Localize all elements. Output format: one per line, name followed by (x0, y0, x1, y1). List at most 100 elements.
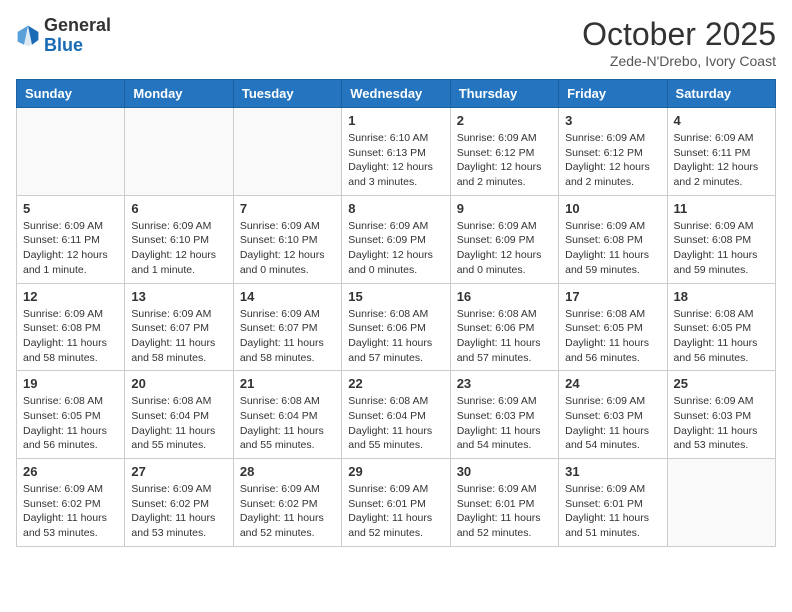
day-info: Sunrise: 6:08 AMSunset: 6:04 PMDaylight:… (240, 394, 335, 453)
location: Zede-N'Drebo, Ivory Coast (582, 53, 776, 69)
day-number: 30 (457, 464, 552, 479)
calendar-cell: 17Sunrise: 6:08 AMSunset: 6:05 PMDayligh… (559, 283, 667, 371)
day-number: 27 (131, 464, 226, 479)
day-number: 25 (674, 376, 769, 391)
day-info: Sunrise: 6:09 AMSunset: 6:09 PMDaylight:… (348, 219, 443, 278)
calendar-cell: 27 Sunrise: 6:09 AMSunset: 6:02 PMDayligh… (125, 459, 233, 547)
day-info: Sunrise: 6:08 AMSunset: 6:06 PMDaylight:… (457, 307, 552, 366)
calendar-cell: 13 Sunrise: 6:09 AMSunset: 6:07 PMDayligh… (125, 283, 233, 371)
day-number: 10 (565, 201, 660, 216)
day-number: 14 (240, 289, 335, 304)
day-info: Sunrise: 6:09 AMSunset: 6:12 PMDaylight:… (565, 131, 660, 190)
calendar-cell: 3 Sunrise: 6:09 AMSunset: 6:12 PMDaylight… (559, 108, 667, 196)
day-info: Sunrise: 6:08 AMSunset: 6:05 PMDaylight:… (565, 307, 660, 366)
calendar-cell (125, 108, 233, 196)
weekday-header: Monday (125, 80, 233, 108)
calendar-table: SundayMondayTuesdayWednesdayThursdayFrid… (16, 79, 776, 547)
day-number: 13 (131, 289, 226, 304)
calendar-cell: 20Sunrise: 6:08 AMSunset: 6:04 PMDayligh… (125, 371, 233, 459)
day-number: 12 (23, 289, 118, 304)
day-info: Sunrise: 6:08 AMSunset: 6:04 PMDaylight:… (348, 394, 443, 453)
weekday-header: Tuesday (233, 80, 341, 108)
day-info: Sunrise: 6:08 AMSunset: 6:06 PMDaylight:… (348, 307, 443, 366)
day-info: Sunrise: 6:09 AMSunset: 6:12 PMDaylight:… (457, 131, 552, 190)
day-number: 21 (240, 376, 335, 391)
calendar-week-row: 12 Sunrise: 6:09 AMSunset: 6:08 PMDayligh… (17, 283, 776, 371)
day-info: Sunrise: 6:09 AMSunset: 6:03 PMDaylight:… (565, 394, 660, 453)
calendar-cell: 29 Sunrise: 6:09 AMSunset: 6:01 PMDayligh… (342, 459, 450, 547)
calendar-week-row: 1 Sunrise: 6:10 AMSunset: 6:13 PMDaylight… (17, 108, 776, 196)
calendar-cell: 14 Sunrise: 6:09 AMSunset: 6:07 PMDayligh… (233, 283, 341, 371)
day-number: 7 (240, 201, 335, 216)
day-info: Sunrise: 6:09 AMSunset: 6:02 PMDaylight:… (131, 482, 226, 541)
calendar-cell (667, 459, 775, 547)
calendar-cell: 21 Sunrise: 6:08 AMSunset: 6:04 PMDayligh… (233, 371, 341, 459)
calendar-cell: 11 Sunrise: 6:09 AMSunset: 6:08 PMDayligh… (667, 195, 775, 283)
day-info: Sunrise: 6:08 AMSunset: 6:05 PMDaylight:… (674, 307, 769, 366)
logo-general: General (44, 15, 111, 35)
day-number: 16 (457, 289, 552, 304)
day-info: Sunrise: 6:09 AMSunset: 6:10 PMDaylight:… (240, 219, 335, 278)
calendar-cell: 10 Sunrise: 6:09 AMSunset: 6:08 PMDayligh… (559, 195, 667, 283)
logo-icon (16, 24, 40, 48)
day-info: Sunrise: 6:09 AMSunset: 6:08 PMDaylight:… (23, 307, 118, 366)
day-info: Sunrise: 6:09 AMSunset: 6:08 PMDaylight:… (674, 219, 769, 278)
day-info: Sunrise: 6:09 AMSunset: 6:10 PMDaylight:… (131, 219, 226, 278)
day-number: 24 (565, 376, 660, 391)
calendar-cell: 19 Sunrise: 6:08 AMSunset: 6:05 PMDayligh… (17, 371, 125, 459)
calendar-cell: 25 Sunrise: 6:09 AMSunset: 6:03 PMDayligh… (667, 371, 775, 459)
logo-blue: Blue (44, 35, 83, 55)
day-info: Sunrise: 6:09 AMSunset: 6:07 PMDaylight:… (131, 307, 226, 366)
weekday-header: Thursday (450, 80, 558, 108)
day-number: 1 (348, 113, 443, 128)
weekday-header: Saturday (667, 80, 775, 108)
day-number: 18 (674, 289, 769, 304)
day-info: Sunrise: 6:09 AMSunset: 6:11 PMDaylight:… (23, 219, 118, 278)
day-info: Sunrise: 6:09 AMSunset: 6:01 PMDaylight:… (457, 482, 552, 541)
day-info: Sunrise: 6:09 AMSunset: 6:03 PMDaylight:… (457, 394, 552, 453)
day-info: Sunrise: 6:09 AMSunset: 6:01 PMDaylight:… (348, 482, 443, 541)
calendar-cell: 16 Sunrise: 6:08 AMSunset: 6:06 PMDayligh… (450, 283, 558, 371)
calendar-cell: 24 Sunrise: 6:09 AMSunset: 6:03 PMDayligh… (559, 371, 667, 459)
title-area: October 2025 Zede-N'Drebo, Ivory Coast (582, 16, 776, 69)
calendar-cell: 26Sunrise: 6:09 AMSunset: 6:02 PMDayligh… (17, 459, 125, 547)
calendar-cell: 23 Sunrise: 6:09 AMSunset: 6:03 PMDayligh… (450, 371, 558, 459)
calendar-cell: 28 Sunrise: 6:09 AMSunset: 6:02 PMDayligh… (233, 459, 341, 547)
calendar-cell: 2 Sunrise: 6:09 AMSunset: 6:12 PMDaylight… (450, 108, 558, 196)
calendar-week-row: 19 Sunrise: 6:08 AMSunset: 6:05 PMDayligh… (17, 371, 776, 459)
day-info: Sunrise: 6:09 AMSunset: 6:02 PMDaylight:… (23, 482, 118, 541)
day-info: Sunrise: 6:09 AMSunset: 6:03 PMDaylight:… (674, 394, 769, 453)
day-number: 9 (457, 201, 552, 216)
weekday-header-row: SundayMondayTuesdayWednesdayThursdayFrid… (17, 80, 776, 108)
day-number: 2 (457, 113, 552, 128)
day-info: Sunrise: 6:08 AMSunset: 6:05 PMDaylight:… (23, 394, 118, 453)
weekday-header: Friday (559, 80, 667, 108)
day-info: Sunrise: 6:09 AMSunset: 6:02 PMDaylight:… (240, 482, 335, 541)
calendar-cell: 30 Sunrise: 6:09 AMSunset: 6:01 PMDayligh… (450, 459, 558, 547)
day-number: 6 (131, 201, 226, 216)
day-number: 19 (23, 376, 118, 391)
day-number: 3 (565, 113, 660, 128)
day-number: 23 (457, 376, 552, 391)
page-header: General Blue October 2025 Zede-N'Drebo, … (16, 16, 776, 69)
calendar-cell: 12 Sunrise: 6:09 AMSunset: 6:08 PMDayligh… (17, 283, 125, 371)
day-info: Sunrise: 6:09 AMSunset: 6:11 PMDaylight:… (674, 131, 769, 190)
calendar-cell: 15Sunrise: 6:08 AMSunset: 6:06 PMDayligh… (342, 283, 450, 371)
calendar-cell: 4 Sunrise: 6:09 AMSunset: 6:11 PMDaylight… (667, 108, 775, 196)
day-info: Sunrise: 6:10 AMSunset: 6:13 PMDaylight:… (348, 131, 443, 190)
day-number: 4 (674, 113, 769, 128)
calendar-week-row: 26Sunrise: 6:09 AMSunset: 6:02 PMDayligh… (17, 459, 776, 547)
day-number: 28 (240, 464, 335, 479)
weekday-header: Wednesday (342, 80, 450, 108)
calendar-cell: 8 Sunrise: 6:09 AMSunset: 6:09 PMDaylight… (342, 195, 450, 283)
day-number: 8 (348, 201, 443, 216)
calendar-cell: 7 Sunrise: 6:09 AMSunset: 6:10 PMDaylight… (233, 195, 341, 283)
day-info: Sunrise: 6:09 AMSunset: 6:01 PMDaylight:… (565, 482, 660, 541)
day-number: 29 (348, 464, 443, 479)
day-number: 11 (674, 201, 769, 216)
calendar-cell (233, 108, 341, 196)
calendar-cell: 18 Sunrise: 6:08 AMSunset: 6:05 PMDayligh… (667, 283, 775, 371)
day-info: Sunrise: 6:09 AMSunset: 6:08 PMDaylight:… (565, 219, 660, 278)
day-info: Sunrise: 6:09 AMSunset: 6:07 PMDaylight:… (240, 307, 335, 366)
calendar-cell: 6 Sunrise: 6:09 AMSunset: 6:10 PMDaylight… (125, 195, 233, 283)
